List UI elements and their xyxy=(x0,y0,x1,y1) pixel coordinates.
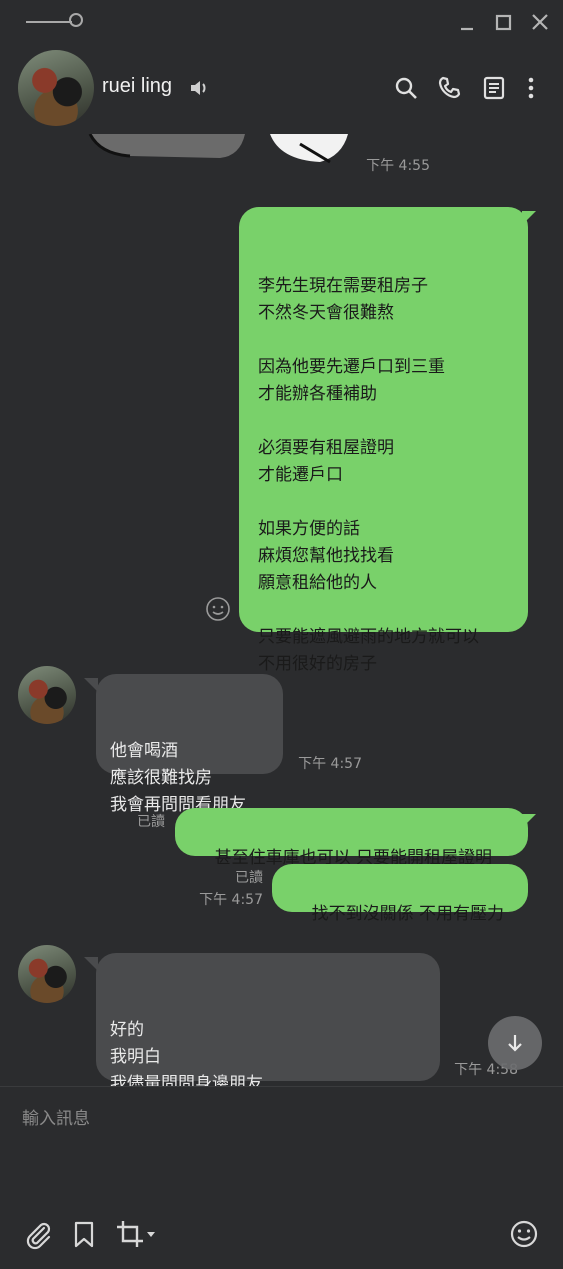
scroll-to-bottom-button[interactable] xyxy=(488,1016,542,1070)
maximize-icon[interactable] xyxy=(492,10,516,34)
message-timestamp: 下午 4:57 xyxy=(298,756,362,772)
message-line: 必須要有租屋證明 xyxy=(258,438,394,458)
message-text: 好的我明白我儘量問問身邊朋友我下班偶爾還是會帶吃的過去給他的 xyxy=(110,1017,440,1086)
bookmark-icon[interactable] xyxy=(68,1218,100,1250)
message-line xyxy=(258,327,528,354)
emoji-icon[interactable] xyxy=(508,1218,540,1250)
speaker-icon[interactable] xyxy=(188,76,212,100)
message-input[interactable]: 輸入訊息 xyxy=(22,1104,90,1129)
message-line: 不然冬天會很難熬 xyxy=(258,303,394,323)
message-line xyxy=(258,489,528,516)
contact-name[interactable]: ruei ling xyxy=(102,75,172,98)
message-list[interactable]: 下午 4:55 李先生現在需要租房子 不然冬天會很難熬 因為他要先遷戶口到三重 才能… xyxy=(0,134,563,1086)
phone-icon[interactable] xyxy=(436,74,464,102)
message-line: 我儘量問問身邊朋友 xyxy=(110,1074,263,1086)
read-receipt: 已讀 xyxy=(235,870,263,886)
message-line: 才能辦各種補助 xyxy=(258,384,377,404)
message-line: 不用很好的房子 xyxy=(258,654,377,674)
sticker-image[interactable] xyxy=(80,134,360,166)
contact-avatar-small[interactable] xyxy=(18,945,76,1003)
message-line: 願意租給他的人 xyxy=(258,573,377,593)
message-bubble-incoming[interactable]: 他會喝酒 應該很難找房 我會再問問看朋友 xyxy=(96,674,283,815)
opacity-slider-track[interactable] xyxy=(26,21,72,23)
search-icon[interactable] xyxy=(392,74,420,102)
message-bubble-incoming[interactable]: 好的我明白我儘量問問身邊朋友我下班偶爾還是會帶吃的過去給他的 xyxy=(96,953,440,1086)
more-icon[interactable] xyxy=(517,74,545,102)
message-line: 因為他要先遷戶口到三重 xyxy=(258,357,445,377)
emoji-react-icon[interactable] xyxy=(205,596,231,622)
message-line: 只要能遮風避雨的地方就可以 xyxy=(258,627,479,647)
contact-avatar-small[interactable] xyxy=(18,666,76,724)
message-line xyxy=(258,408,528,435)
read-receipt: 已讀 xyxy=(137,814,165,830)
message-bubble-outgoing[interactable]: 甚至住車庫也可以 只要能開租屋證明 xyxy=(175,808,528,868)
dropdown-caret-icon[interactable] xyxy=(146,1231,156,1239)
contact-avatar[interactable] xyxy=(18,50,94,126)
minimize-icon[interactable] xyxy=(455,10,479,34)
message-bubble-outgoing[interactable]: 李先生現在需要租房子 不然冬天會很難熬 因為他要先遷戶口到三重 才能辦各種補助 必須… xyxy=(239,207,528,674)
message-line: 如果方便的話 xyxy=(258,519,360,539)
message-text: 找不到沒關係 不用有壓力 xyxy=(311,904,505,924)
message-timestamp: 下午 4:55 xyxy=(366,158,430,174)
arrow-down-icon xyxy=(508,1035,522,1052)
message-text: 他會喝酒 應該很難找房 我會再問問看朋友 xyxy=(110,738,283,819)
notes-icon[interactable] xyxy=(480,74,508,102)
message-bubble-outgoing[interactable]: 找不到沒關係 不用有壓力 xyxy=(272,864,528,924)
message-line: 才能遷戶口 xyxy=(258,465,343,485)
paperclip-icon[interactable] xyxy=(22,1218,54,1250)
message-text: 李先生現在需要租房子 不然冬天會很難熬 因為他要先遷戶口到三重 才能辦各種補助 必須… xyxy=(258,273,528,678)
message-line: 好的 xyxy=(110,1020,144,1040)
message-line: 他會喝酒 xyxy=(110,741,178,761)
message-line: 李先生現在需要租房子 xyxy=(258,276,428,296)
crop-icon[interactable] xyxy=(114,1218,146,1250)
message-timestamp: 下午 4:57 xyxy=(199,892,263,908)
message-line: 麻煩您幫他找找看 xyxy=(258,546,394,566)
close-icon[interactable] xyxy=(528,10,552,34)
message-line: 我明白 xyxy=(110,1047,161,1067)
message-line: 應該很難找房 xyxy=(110,768,212,788)
opacity-slider-handle[interactable] xyxy=(69,13,83,27)
message-line xyxy=(258,597,528,624)
